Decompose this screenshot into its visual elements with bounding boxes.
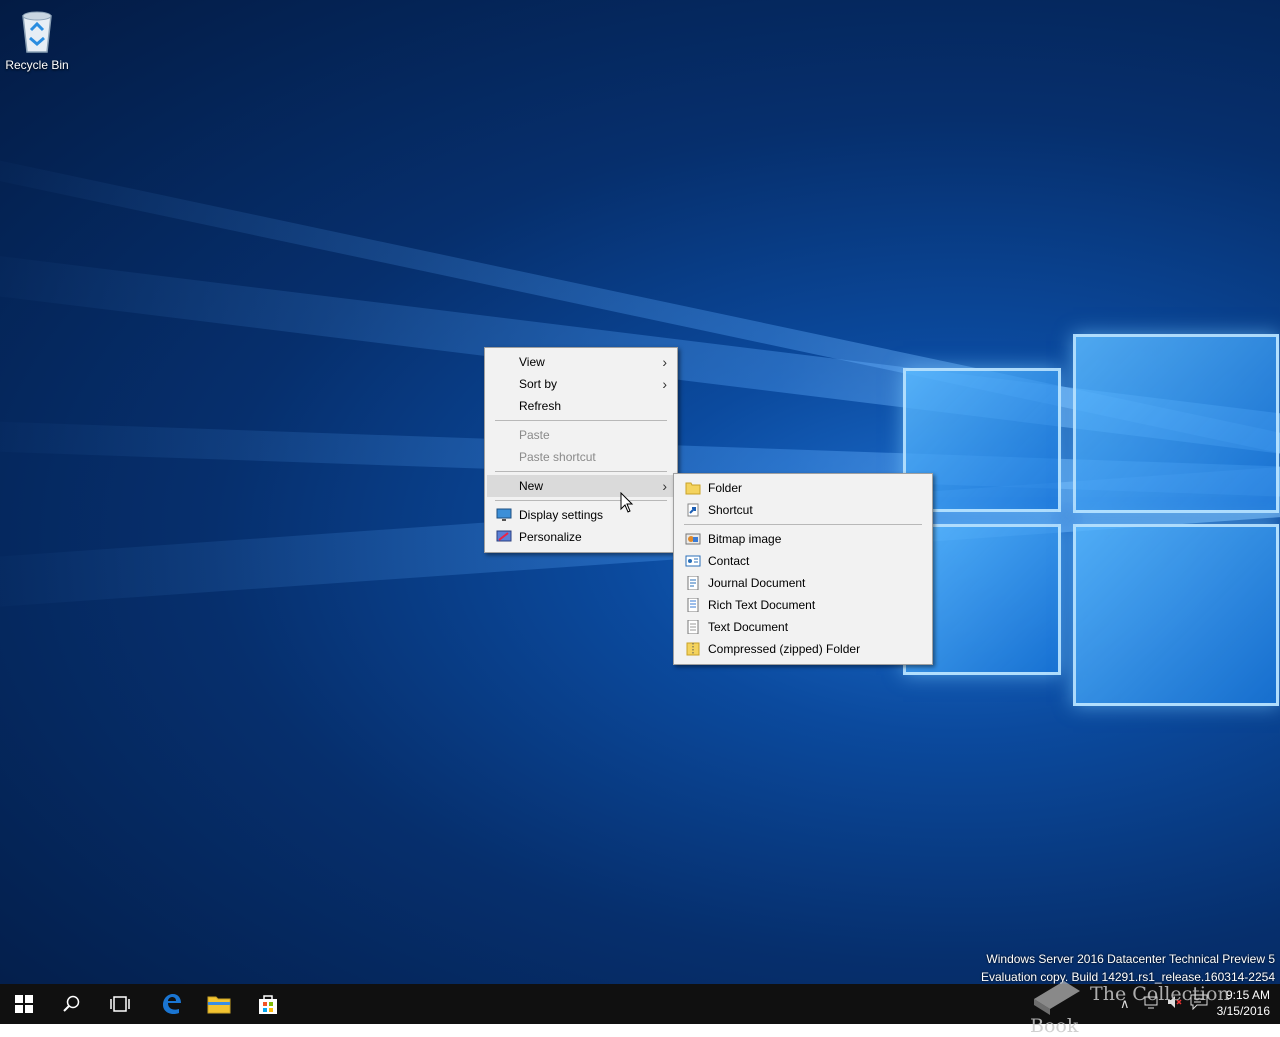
menu-item-label: Compressed (zipped) Folder — [708, 642, 861, 656]
contact-icon — [685, 555, 701, 567]
edge-browser-icon — [163, 994, 181, 1015]
menu-item-label: Text Document — [708, 620, 789, 634]
store-icon — [259, 995, 277, 1014]
menu-item-sort-by[interactable]: Sort by › — [487, 373, 675, 395]
zip-folder-icon — [686, 642, 700, 656]
menu-item-label: Display settings — [519, 508, 604, 522]
taskbar-file-explorer[interactable] — [195, 984, 243, 1024]
text-document-icon — [687, 620, 699, 634]
menu-item-paste: Paste — [487, 424, 675, 446]
menu-item-refresh[interactable]: Refresh — [487, 395, 675, 417]
menu-item-label: New — [519, 479, 544, 493]
chevron-right-icon: › — [662, 478, 667, 494]
menu-item-new[interactable]: New › — [487, 475, 675, 497]
personalize-icon — [496, 530, 512, 542]
menu-item-label: Journal Document — [708, 576, 806, 590]
submenu-item-contact[interactable]: Contact — [676, 550, 930, 572]
file-explorer-icon — [207, 996, 231, 1014]
submenu-item-shortcut[interactable]: Shortcut — [676, 499, 930, 521]
menu-item-paste-shortcut: Paste shortcut — [487, 446, 675, 468]
menu-item-label: Contact — [708, 554, 750, 568]
menu-item-label: View — [519, 355, 545, 369]
taskbar-store[interactable] — [244, 984, 292, 1024]
book-icon — [1034, 981, 1080, 1015]
start-button[interactable] — [0, 984, 48, 1024]
desktop-icon-recycle-bin[interactable]: Recycle Bin — [4, 8, 70, 72]
new-submenu: Folder Shortcut Bitmap image Contact Jou… — [673, 473, 933, 665]
bitmap-icon — [685, 533, 701, 545]
menu-item-view[interactable]: View › — [487, 351, 675, 373]
menu-item-label: Folder — [708, 481, 743, 495]
chevron-right-icon: › — [662, 376, 667, 392]
menu-separator — [495, 420, 667, 421]
menu-item-label: Sort by — [519, 377, 558, 391]
submenu-item-journal-document[interactable]: Journal Document — [676, 572, 930, 594]
overlay-watermark: The Collection Book — [1030, 975, 1280, 1037]
submenu-item-rich-text-document[interactable]: Rich Text Document — [676, 594, 930, 616]
menu-item-label: Rich Text Document — [708, 598, 816, 612]
menu-item-personalize[interactable]: Personalize — [487, 526, 675, 548]
menu-item-label: Refresh — [519, 399, 562, 413]
desktop-icon-label: Recycle Bin — [5, 58, 69, 72]
submenu-item-folder[interactable]: Folder — [676, 477, 930, 499]
folder-icon — [685, 482, 701, 495]
chevron-right-icon: › — [662, 354, 667, 370]
menu-item-label: Shortcut — [708, 503, 753, 517]
shortcut-icon — [687, 503, 699, 517]
mouse-cursor-icon — [620, 492, 634, 513]
submenu-item-compressed-folder[interactable]: Compressed (zipped) Folder — [676, 638, 930, 660]
submenu-item-bitmap-image[interactable]: Bitmap image — [676, 528, 930, 550]
menu-item-label: Personalize — [519, 530, 582, 544]
desktop-context-menu: View › Sort by › Refresh Paste Paste sho… — [484, 347, 678, 553]
task-view-icon — [110, 996, 130, 1012]
submenu-item-text-document[interactable]: Text Document — [676, 616, 930, 638]
menu-separator — [495, 500, 667, 501]
search-button[interactable] — [48, 984, 96, 1024]
windows-logo-pane — [1073, 334, 1279, 513]
display-icon — [496, 508, 512, 521]
menu-item-label: Paste — [519, 428, 550, 442]
task-view-button[interactable] — [96, 984, 144, 1024]
journal-icon — [687, 576, 699, 590]
recycle-bin-icon — [22, 11, 52, 53]
search-icon — [63, 995, 80, 1012]
menu-item-label: Bitmap image — [708, 532, 782, 546]
menu-item-label: Paste shortcut — [519, 450, 596, 464]
menu-separator — [684, 524, 922, 525]
windows-logo-icon — [15, 995, 33, 1013]
taskbar-edge[interactable] — [147, 984, 195, 1024]
menu-item-display-settings[interactable]: Display settings — [487, 504, 675, 526]
menu-separator — [495, 471, 667, 472]
windows-logo-pane — [1073, 524, 1279, 706]
watermark-line-1: Windows Server 2016 Datacenter Technical… — [986, 952, 1275, 966]
rich-text-icon — [687, 598, 699, 612]
